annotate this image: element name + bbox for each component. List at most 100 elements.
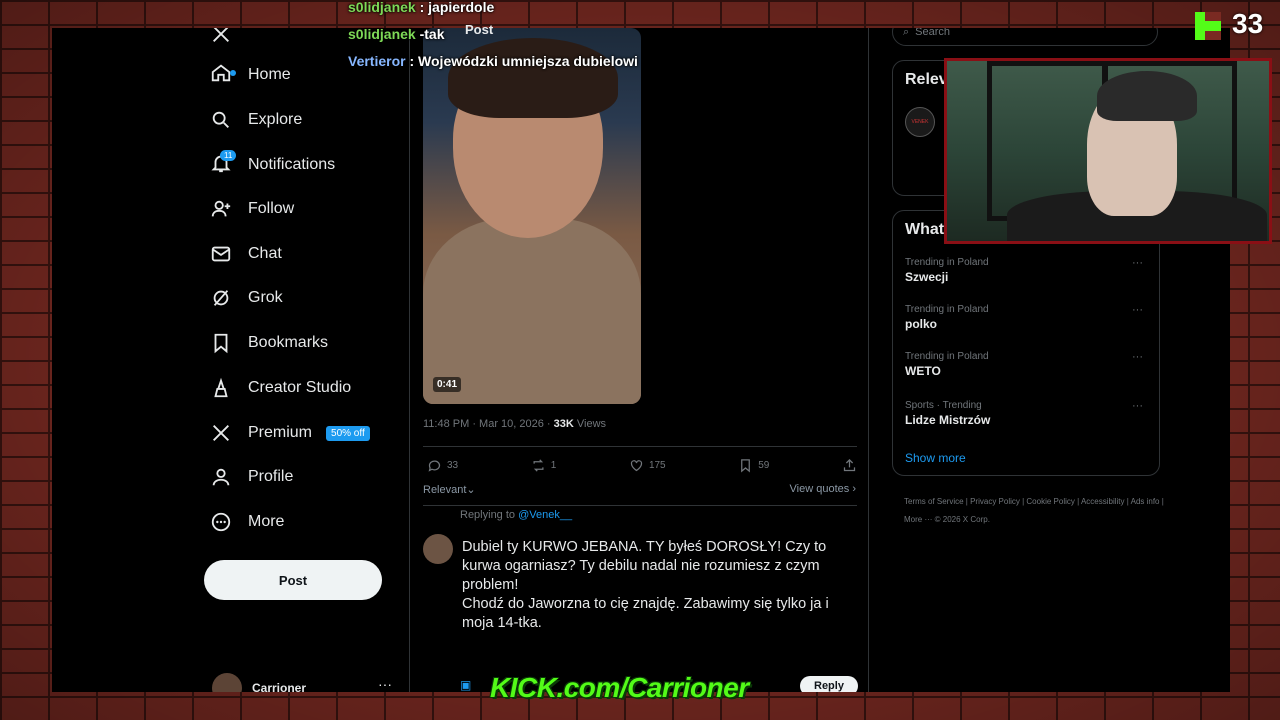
nav-label-more: More — [248, 513, 285, 530]
reply-composer-text[interactable]: Dubiel ty KURWO JEBANA. TY byłeś DOROSŁY… — [462, 538, 860, 633]
replying-to: Replying to @Venek__ — [460, 509, 572, 521]
viewer-count: 33 — [1232, 8, 1264, 39]
chat-text: -tak — [419, 26, 445, 42]
stream-chat-overlay: s0lidjanek : japierdole s0lidjanek -tak … — [348, 0, 638, 75]
like-action[interactable]: 175 — [629, 458, 666, 473]
more-icon[interactable]: ··· — [1132, 400, 1143, 412]
trend-item[interactable]: Trending in Poland WETO ··· — [905, 351, 1149, 378]
home-icon — [210, 62, 236, 89]
nav-label-notifications: Notifications — [248, 156, 336, 173]
divider — [423, 446, 857, 447]
trend-item[interactable]: Sports · Trending Lidze Mistrzów ··· — [905, 400, 1149, 427]
nav-item-premium[interactable]: Premium 50% off — [210, 413, 370, 453]
trend-name: polko — [905, 317, 937, 331]
trend-name: Lidze Mistrzów — [905, 413, 991, 427]
post-detail: 0:41 11:48 PM · Mar 10, 2026 · 33K Views… — [410, 28, 868, 692]
video-player[interactable]: 0:41 — [423, 28, 641, 404]
reply-button[interactable]: Reply — [800, 676, 858, 692]
streamer-webcam — [944, 58, 1272, 244]
account-more-icon[interactable]: ··· — [378, 676, 392, 692]
trend-item[interactable]: Trending in Poland Szwecji ··· — [905, 257, 1149, 284]
nav-item-profile[interactable]: Profile — [210, 457, 293, 497]
trend-meta: Trending in Poland — [905, 351, 989, 362]
reply-count: 33 — [447, 460, 459, 471]
trend-meta: Trending in Poland — [905, 257, 989, 268]
kick-channel-banner: KICK.com/Carrioner — [490, 672, 749, 703]
chat-username: s0lidjanek — [348, 26, 416, 42]
account-switcher[interactable]: Carrioner — [212, 673, 306, 692]
view-quotes-link[interactable]: View quotes › — [790, 483, 856, 495]
x-logo-link[interactable] — [210, 28, 232, 54]
more-icon[interactable]: ··· — [1132, 257, 1143, 269]
chat-username: s0lidjanek — [348, 0, 416, 15]
nav-item-creator-studio[interactable]: Creator Studio — [210, 368, 351, 408]
trend-meta: Sports · Trending — [905, 400, 982, 411]
nav-label-bookmarks: Bookmarks — [248, 334, 329, 351]
nav-item-home[interactable]: Home — [210, 55, 291, 95]
more-circle-icon — [211, 512, 231, 532]
chevron-down-icon: ⌄ — [466, 484, 476, 496]
chat-message: s0lidjanek : japierdole — [348, 0, 495, 15]
x-logo-icon — [213, 28, 229, 42]
replying-handle[interactable]: @Venek__ — [518, 509, 572, 521]
reply-sort-dropdown[interactable]: Relevant⌄ — [423, 483, 476, 496]
bookmark-action[interactable]: 59 — [738, 458, 769, 473]
image-icon[interactable]: ▣ — [460, 678, 471, 692]
divider — [423, 505, 857, 506]
person-add-icon — [211, 200, 231, 217]
more-icon[interactable]: ··· — [1132, 351, 1143, 363]
creator-studio-icon — [214, 377, 228, 398]
show-more-link[interactable]: Show more — [905, 451, 966, 465]
footer-links[interactable]: Terms of Service | Privacy Policy | Cook… — [904, 493, 1164, 529]
post-metadata: 11:48 PM · Mar 10, 2026 · 33K Views — [423, 418, 606, 430]
x-logo-icon — [213, 425, 229, 441]
nav-item-grok[interactable]: Grok — [210, 278, 283, 318]
kick-logo-icon — [1195, 12, 1221, 40]
bell-icon: 11 — [210, 149, 237, 179]
nav-item-chat[interactable]: Chat — [210, 234, 282, 274]
trend-item[interactable]: Trending in Poland polko ··· — [905, 304, 1149, 331]
account-name: Carrioner — [252, 681, 307, 692]
relevant-people-title: Relev — [905, 71, 948, 88]
chat-text: Wojewódzki umniejsza dubielowi — [418, 53, 638, 69]
nav-label-profile: Profile — [248, 468, 294, 485]
bookmark-icon — [741, 459, 751, 473]
nav-label-chat: Chat — [248, 245, 282, 262]
nav-item-follow[interactable]: Follow — [210, 189, 294, 229]
nav-item-bookmarks[interactable]: Bookmarks — [210, 323, 328, 363]
search-icon — [212, 111, 229, 128]
reply-icon — [428, 460, 441, 472]
like-count: 175 — [648, 460, 666, 471]
chat-username: Vertieror — [348, 53, 406, 69]
reply-text-line-2: Chodź do Jaworzna to cię znajdę. Zabawim… — [462, 596, 829, 631]
heart-icon — [630, 460, 643, 472]
premium-discount-badge: 50% off — [326, 425, 370, 441]
avatar[interactable]: VENEK — [905, 107, 935, 137]
trend-name: Szwecji — [905, 270, 949, 284]
sort-label: Relevant — [423, 484, 467, 496]
share-icon — [843, 458, 856, 472]
search-placeholder: Search — [915, 28, 951, 38]
whats-happening-title: What — [905, 221, 945, 238]
grok-icon — [213, 290, 229, 306]
chat-message: s0lidjanek -tak — [348, 21, 638, 48]
reply-action[interactable]: 33 — [427, 458, 458, 473]
views-label: Views — [573, 418, 607, 430]
avatar — [212, 673, 242, 692]
nav-item-more[interactable]: More — [210, 502, 284, 542]
nav-item-explore[interactable]: Explore — [210, 100, 302, 140]
nav-label-grok: Grok — [248, 289, 283, 306]
repost-action[interactable]: 1 — [531, 458, 557, 473]
repost-count: 1 — [550, 460, 557, 471]
nav-item-notifications[interactable]: 11 Notifications — [210, 145, 335, 185]
search-input[interactable]: ⌕ Search — [892, 28, 1158, 46]
chat-message: Vertieror : Wojewódzki umniejsza dubielo… — [348, 53, 638, 69]
chevron-right-icon: › — [852, 483, 856, 495]
share-action[interactable] — [842, 458, 857, 473]
post-timestamp[interactable]: 11:48 PM · Mar 10, 2026 · — [423, 418, 554, 430]
nav-label-explore: Explore — [248, 111, 303, 128]
post-button[interactable]: Post — [204, 560, 382, 600]
replying-prefix: Replying to — [460, 509, 519, 521]
trend-name: WETO — [905, 364, 941, 378]
more-icon[interactable]: ··· — [1132, 304, 1143, 316]
